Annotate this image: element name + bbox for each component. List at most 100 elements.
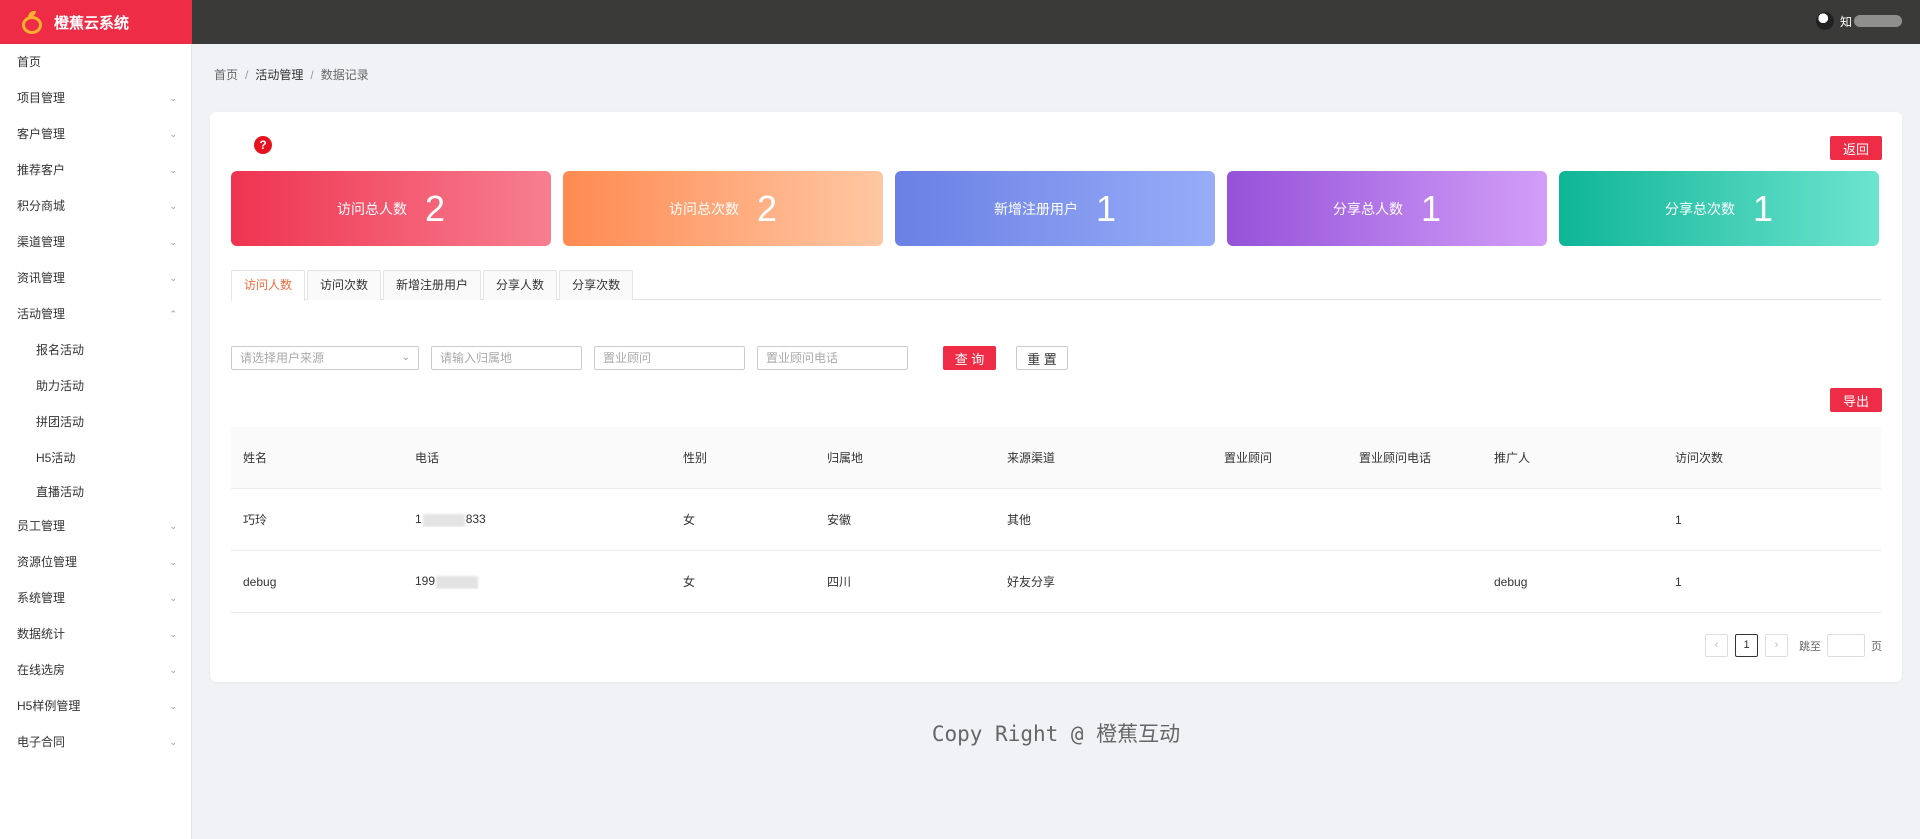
- masked-phone: [436, 575, 479, 589]
- help-icon[interactable]: ?: [254, 136, 272, 154]
- table-row: 巧玲 1 833 女 安徽 其他 1: [231, 489, 1881, 551]
- sidebar: 首页 项目管理 ⌄ 客户管理 ⌄ 推荐客户 ⌄ 积分商城 ⌄ 渠道管理 ⌄ 资讯管理 ⌄ 活…: [0, 44, 192, 839]
- stat-card-total-sharers: 分享总人数 1: [1227, 171, 1547, 246]
- sidebar-item-online-housing[interactable]: 在线选房 ⌄: [0, 652, 191, 688]
- column-header: 置业顾问: [1224, 451, 1273, 465]
- breadcrumb: 首页 / 活动管理 / 数据记录: [214, 68, 369, 82]
- masked-phone: [422, 513, 465, 527]
- user-name: 知: [1839, 14, 1852, 29]
- sidebar-item-staff[interactable]: 员工管理 ⌄: [0, 508, 191, 544]
- back-button[interactable]: 返回: [1830, 136, 1882, 160]
- tab-shares[interactable]: 分享次数: [559, 270, 634, 300]
- sidebar-item-customers[interactable]: 客户管理 ⌄: [0, 116, 191, 152]
- tab-bar: 访问人数 访问次数 新增注册用户 分享人数 分享次数: [231, 270, 1881, 301]
- orange-logo-icon: [20, 9, 44, 34]
- reset-button[interactable]: 重 置: [1016, 346, 1068, 370]
- prev-page-button[interactable]: ‹: [1705, 634, 1728, 657]
- table-header-row: 姓名 电话 性别 归属地 来源渠道 置业顾问 置业顾问电话 推广人 访问次数: [231, 427, 1881, 489]
- export-button[interactable]: 导出: [1830, 388, 1882, 412]
- chevron-down-icon: ⌄: [169, 201, 177, 211]
- sidebar-item-projects[interactable]: 项目管理 ⌄: [0, 80, 191, 116]
- chevron-up-icon: ⌃: [169, 309, 177, 319]
- chevron-down-icon: ⌄: [169, 629, 177, 639]
- stats-row: 访问总人数 2 访问总次数 2 新增注册用户 1 分享总人数 1 分享总次数 1: [231, 171, 1879, 246]
- sidebar-item-h5-activity[interactable]: H5活动: [0, 440, 191, 476]
- chevron-down-icon: ⌄: [169, 237, 177, 247]
- column-header: 姓名: [243, 451, 268, 465]
- cell-channel: 其他: [1007, 513, 1032, 527]
- sidebar-item-home[interactable]: 首页: [0, 44, 191, 80]
- sidebar-item-signup-activity[interactable]: 报名活动: [0, 332, 191, 368]
- visitor-table: 姓名 电话 性别 归属地 来源渠道 置业顾问 置业顾问电话 推广人 访问次数 巧…: [231, 427, 1881, 613]
- chevron-down-icon: ⌄: [169, 93, 177, 103]
- column-header: 推广人: [1494, 451, 1531, 465]
- sidebar-item-resources[interactable]: 资源位管理 ⌄: [0, 544, 191, 580]
- table-row: debug 199 女 四川 好友分享 debug 1: [231, 551, 1881, 613]
- tab-visits[interactable]: 访问次数: [307, 270, 382, 300]
- page-number[interactable]: 1: [1735, 634, 1758, 657]
- sidebar-item-points-mall[interactable]: 积分商城 ⌄: [0, 188, 191, 224]
- column-header: 电话: [415, 451, 440, 465]
- user-source-select[interactable]: 请选择用户来源 ⌄: [231, 346, 419, 370]
- filter-bar: 请选择用户来源 ⌄ 查 询 重 置: [231, 346, 1068, 370]
- column-header: 来源渠道: [1007, 451, 1056, 465]
- cell-gender: 女: [683, 575, 696, 589]
- cell-visits: 1: [1675, 512, 1682, 527]
- cell-name: 巧玲: [243, 513, 268, 527]
- data-record-card: ? 返回 访问总人数 2 访问总次数 2 新增注册用户 1 分享总人数 1 分享总次数 1…: [210, 112, 1902, 682]
- chevron-down-icon: ⌄: [169, 273, 177, 283]
- advisor-phone-input[interactable]: [757, 346, 908, 370]
- tab-visitors[interactable]: 访问人数: [231, 270, 306, 301]
- sidebar-item-group-activity[interactable]: 拼团活动: [0, 404, 191, 440]
- cell-promoter: debug: [1494, 574, 1528, 589]
- chevron-down-icon: ⌄: [169, 165, 177, 175]
- column-header: 性别: [683, 451, 708, 465]
- breadcrumb-current: 数据记录: [320, 68, 369, 82]
- advisor-input[interactable]: [594, 346, 745, 370]
- sidebar-item-channels[interactable]: 渠道管理 ⌄: [0, 224, 191, 260]
- sidebar-item-contracts[interactable]: 电子合同 ⌄: [0, 724, 191, 760]
- chevron-down-icon: ⌄: [169, 521, 177, 531]
- column-header: 置业顾问电话: [1359, 451, 1432, 465]
- tab-sharers[interactable]: 分享人数: [483, 270, 558, 300]
- column-header: 访问次数: [1675, 451, 1724, 465]
- stat-card-total-visits: 访问总次数 2: [563, 171, 883, 246]
- top-bar: 橙蕉云系统 知: [0, 0, 1920, 44]
- stat-card-total-shares: 分享总次数 1: [1559, 171, 1879, 246]
- jump-label: 跳至: [1799, 640, 1821, 653]
- column-header: 归属地: [827, 451, 864, 465]
- jump-page-input[interactable]: [1827, 634, 1865, 657]
- sidebar-item-system[interactable]: 系统管理 ⌄: [0, 580, 191, 616]
- avatar: [1815, 12, 1834, 30]
- cell-location: 安徽: [827, 513, 852, 527]
- sidebar-item-news[interactable]: 资讯管理 ⌄: [0, 260, 191, 296]
- chevron-down-icon: ⌄: [169, 665, 177, 675]
- stat-card-new-users: 新增注册用户 1: [895, 171, 1215, 246]
- page-unit-label: 页: [1871, 640, 1882, 653]
- chevron-down-icon: ⌄: [401, 352, 410, 363]
- chevron-down-icon: ⌄: [169, 593, 177, 603]
- cell-visits: 1: [1675, 574, 1682, 589]
- chevron-down-icon: ⌄: [169, 737, 177, 747]
- tab-new-users[interactable]: 新增注册用户: [383, 270, 482, 300]
- masked-user-name: [1854, 15, 1902, 27]
- sidebar-item-statistics[interactable]: 数据统计 ⌄: [0, 616, 191, 652]
- cell-location: 四川: [827, 575, 852, 589]
- sidebar-item-live-activity[interactable]: 直播活动: [0, 476, 191, 508]
- next-page-button[interactable]: ›: [1765, 634, 1788, 657]
- query-button[interactable]: 查 询: [943, 346, 996, 370]
- cell-phone: 199: [403, 574, 671, 589]
- breadcrumb-home[interactable]: 首页: [214, 68, 238, 82]
- footer-copyright: Copy Right @ 橙蕉互动: [931, 722, 1181, 746]
- user-menu[interactable]: 知: [1815, 12, 1902, 30]
- sidebar-item-activities[interactable]: 活动管理 ⌃: [0, 296, 191, 332]
- cell-name: debug: [243, 574, 277, 589]
- sidebar-item-boost-activity[interactable]: 助力活动: [0, 368, 191, 404]
- sidebar-item-h5-samples[interactable]: H5样例管理 ⌄: [0, 688, 191, 724]
- sidebar-item-referrals[interactable]: 推荐客户 ⌄: [0, 152, 191, 188]
- location-input[interactable]: [431, 346, 582, 370]
- breadcrumb-parent[interactable]: 活动管理: [255, 68, 303, 82]
- logo[interactable]: 橙蕉云系统: [0, 0, 192, 44]
- stat-card-total-visitors: 访问总人数 2: [231, 171, 551, 246]
- logo-text: 橙蕉云系统: [54, 14, 130, 32]
